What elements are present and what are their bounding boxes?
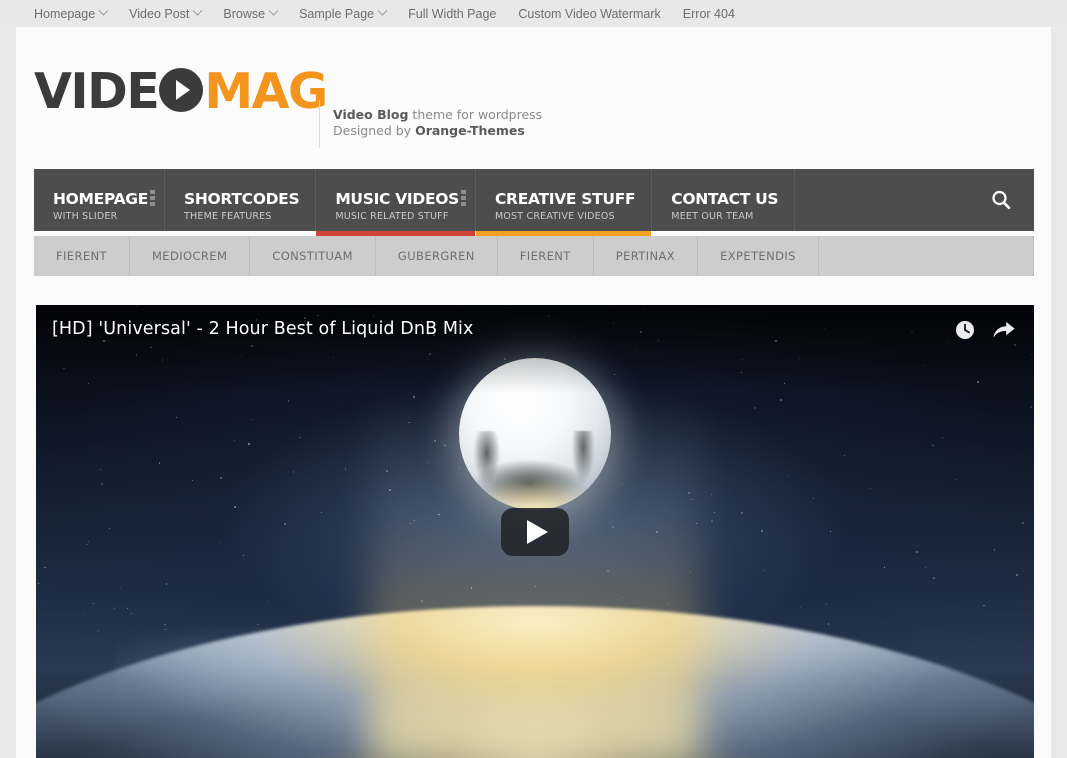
- nav-item-title: CONTACT US: [671, 189, 779, 208]
- nav-item-title: SHORTCODES: [184, 189, 300, 208]
- nav-item-subtitle: MEET OUR TEAM: [671, 210, 754, 222]
- adminbar-label: Full Width Page: [408, 6, 497, 21]
- subnav-spacer: [819, 236, 1034, 276]
- adminbar-label: Custom Video Watermark: [518, 6, 661, 21]
- subnav-item-fierent-1[interactable]: FIERENT: [34, 236, 130, 276]
- chevron-down-icon: [377, 5, 388, 16]
- adminbar-label: Video Post: [129, 6, 190, 21]
- adminbar-item-error-404[interactable]: Error 404: [683, 7, 735, 21]
- chevron-down-icon: [268, 5, 279, 16]
- adminbar-item-homepage[interactable]: Homepage: [34, 5, 109, 21]
- search-icon[interactable]: [990, 189, 1012, 211]
- video-actions: [954, 319, 1016, 346]
- site-logo[interactable]: VIDE MAG: [34, 63, 328, 120]
- nav-item-contact-us[interactable]: CONTACT US MEET OUR TEAM: [652, 169, 796, 231]
- adminbar-label: Sample Page: [299, 6, 375, 21]
- adminbar-item-custom-video-watermark[interactable]: Custom Video Watermark: [518, 7, 660, 21]
- subnav-item-mediocrem[interactable]: MEDIOCREM: [130, 236, 251, 276]
- play-circle-icon: [159, 67, 204, 112]
- site-header: VIDE MAG Video Blog theme for wordpress …: [16, 27, 1051, 158]
- nav-item-subtitle: THEME FEATURES: [184, 210, 272, 222]
- subnav-item-fierent-2[interactable]: FIERENT: [498, 236, 594, 276]
- nav-item-title: HOMEPAGE: [53, 189, 149, 208]
- tagline-rest-2: Designed by: [333, 123, 416, 138]
- nav-item-title: CREATIVE STUFF: [494, 189, 636, 208]
- nav-item-subtitle: WITH SLIDER: [53, 210, 118, 222]
- subnav-item-expetendis[interactable]: EXPETENDIS: [698, 236, 819, 276]
- logo-divider: [319, 100, 320, 148]
- chevron-down-icon: [98, 5, 109, 16]
- share-arrow-icon[interactable]: [992, 319, 1016, 346]
- tagline-line-1: Video Blog theme for wordpress: [333, 107, 542, 123]
- nav-item-creative-stuff[interactable]: CREATIVE STUFF MOST CREATIVE VIDEOS: [475, 169, 653, 236]
- video-title[interactable]: [HD] 'Universal' - 2 Hour Best of Liquid…: [52, 319, 473, 339]
- top-admin-bar: Homepage Video Post Browse Sample Page F…: [0, 0, 1067, 27]
- adminbar-label: Browse: [223, 6, 266, 21]
- adminbar-item-video-post[interactable]: Video Post: [129, 5, 203, 21]
- nav-item-music-videos[interactable]: MUSIC VIDEOS MUSIC RELATED STUFF: [316, 169, 476, 236]
- adminbar-label: Error 404: [682, 6, 735, 21]
- nav-spacer: [795, 169, 1034, 231]
- chevron-down-icon: [192, 5, 203, 16]
- adminbar-item-sample-page[interactable]: Sample Page: [299, 5, 388, 21]
- subnav-item-pertinax[interactable]: PERTINAX: [594, 236, 699, 276]
- adminbar-item-full-width-page[interactable]: Full Width Page: [408, 7, 496, 21]
- tagline-bold-1: Video Blog: [333, 107, 409, 122]
- tagline-rest-1: theme for wordpress: [408, 107, 543, 122]
- video-player[interactable]: [HD] 'Universal' - 2 Hour Best of Liquid…: [36, 305, 1034, 758]
- play-button-icon[interactable]: [501, 507, 569, 556]
- nav-item-title: MUSIC VIDEOS: [335, 189, 459, 208]
- adminbar-item-browse[interactable]: Browse: [223, 5, 279, 21]
- clock-icon[interactable]: [954, 319, 976, 346]
- adminbar-label: Homepage: [34, 6, 96, 21]
- nav-item-shortcodes[interactable]: SHORTCODES THEME FEATURES: [165, 169, 317, 231]
- nav-item-subtitle: MUSIC RELATED STUFF: [335, 210, 449, 222]
- logo-text-video: VIDE: [34, 63, 160, 120]
- secondary-navigation: FIERENT MEDIOCREM CONSTITUAM GUBERGREN F…: [34, 236, 1034, 276]
- tagline-bold-2: Orange-Themes: [415, 123, 525, 138]
- subnav-item-constituam[interactable]: CONSTITUAM: [250, 236, 376, 276]
- nav-dropdown-dots-icon[interactable]: [150, 190, 156, 206]
- main-navigation: HOMEPAGE WITH SLIDER SHORTCODES THEME FE…: [34, 169, 1034, 236]
- subnav-item-gubergren[interactable]: GUBERGREN: [376, 236, 498, 276]
- tagline-line-2: Designed by Orange-Themes: [333, 123, 542, 139]
- nav-dropdown-dots-icon[interactable]: [460, 190, 466, 206]
- site-tagline: Video Blog theme for wordpress Designed …: [333, 107, 542, 139]
- page-content-shell: VIDE MAG Video Blog theme for wordpress …: [16, 27, 1051, 758]
- nav-item-homepage[interactable]: HOMEPAGE WITH SLIDER: [34, 169, 166, 231]
- logo-text-mag: MAG: [204, 63, 328, 120]
- nav-item-subtitle: MOST CREATIVE VIDEOS: [494, 210, 615, 222]
